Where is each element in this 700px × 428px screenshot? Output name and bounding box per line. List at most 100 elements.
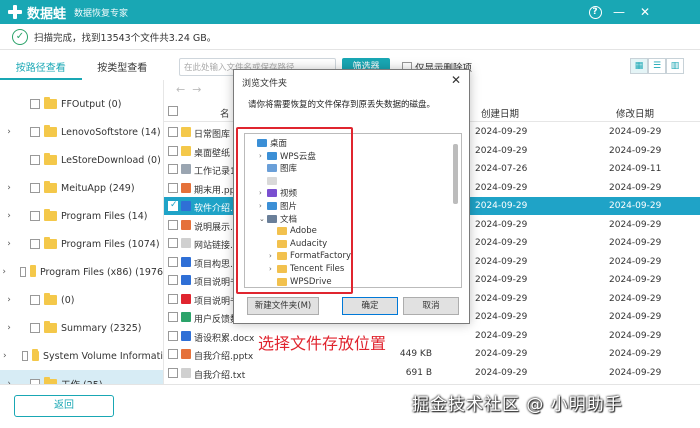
file-row-checkbox[interactable] [168, 219, 178, 230]
chevron-right-icon[interactable]: › [0, 295, 18, 305]
file-name: 工作记录1. [194, 167, 239, 177]
help-icon: ? [588, 5, 602, 19]
tree-item[interactable]: FFOutput (0) [0, 90, 163, 118]
file-row[interactable]: 自我介绍.pptx 449 KB 2024-09-29 2024-09-29 [164, 345, 700, 363]
file-modified-date: 2024-09-29 [609, 145, 662, 156]
tree-item[interactable]: LeStoreDownload (0) [0, 146, 163, 174]
tree-item-checkbox[interactable] [30, 127, 40, 137]
chevron-right-icon[interactable]: › [0, 239, 18, 249]
view-mode-buttons: ▦ ☰ ▥ [630, 58, 684, 76]
file-type-icon [181, 182, 191, 193]
chevron-right-icon[interactable]: › [0, 183, 18, 193]
tree-item-checkbox[interactable] [21, 351, 29, 361]
tree-item-checkbox[interactable] [30, 295, 40, 305]
cancel-button[interactable]: 取消 [403, 297, 459, 315]
file-row[interactable]: 自我介绍.txt 691 B 2024-09-29 2024-09-29 [164, 364, 700, 382]
chevron-right-icon[interactable]: › [0, 211, 18, 221]
tree-item-checkbox[interactable] [30, 155, 40, 165]
detail-view-icon[interactable]: ▥ [666, 58, 684, 74]
folder-icon [44, 97, 57, 109]
header-created[interactable]: 创建日期 [481, 106, 519, 120]
tree-item-label: Program Files (1074) [61, 238, 160, 250]
forward-arrow-icon[interactable]: → [192, 83, 201, 96]
back-arrow-icon[interactable]: ← [176, 83, 185, 96]
tree-item-checkbox[interactable] [30, 323, 40, 333]
file-row[interactable]: 语设积累.docx 2024-09-29 2024-09-29 [164, 327, 700, 345]
file-row-checkbox[interactable] [168, 127, 178, 137]
chevron-right-icon[interactable]: › [0, 351, 10, 361]
scan-status-bar: ✓ 扫描完成，找到13543个文件共3.24 GB。 [0, 24, 700, 50]
dialog-scrollbar[interactable] [453, 144, 458, 204]
close-button[interactable]: ✕ [634, 0, 656, 24]
view-tabs: 按路径查看 按类型查看 [0, 58, 163, 80]
tree-item[interactable]: › System Volume Informati [0, 342, 163, 370]
file-row-checkbox[interactable] [168, 293, 178, 304]
select-all-checkbox[interactable] [168, 106, 178, 116]
folder-icon [44, 209, 57, 221]
file-modified-date: 2024-09-29 [609, 349, 662, 359]
file-row-checkbox[interactable] [168, 312, 178, 322]
tree-item-label: 工作 (25) [61, 377, 103, 384]
file-name: 日常图库 [194, 130, 231, 140]
grid-view-icon[interactable]: ▦ [630, 58, 648, 74]
file-type-icon [181, 238, 191, 248]
tree-item[interactable]: ›工作 (25) [0, 370, 163, 384]
list-view-icon[interactable]: ☰ [648, 58, 666, 74]
file-row-checkbox[interactable] [168, 238, 178, 248]
file-row-checkbox[interactable] [168, 349, 178, 359]
chevron-right-icon[interactable]: › [0, 323, 18, 333]
file-type-icon [181, 330, 191, 341]
tree-item-checkbox[interactable] [30, 183, 40, 193]
tree-item[interactable]: › Summary (2325) [0, 314, 163, 342]
tree-item-checkbox[interactable] [30, 211, 40, 221]
tree-item[interactable]: › Program Files (x86) (1976 [0, 258, 163, 286]
tab-by-type[interactable]: 按类型查看 [82, 58, 164, 80]
file-modified-date: 2024-09-11 [609, 164, 662, 174]
file-name: 语设积累.docx [194, 333, 255, 344]
tree-item-checkbox[interactable] [20, 267, 26, 277]
tree-item[interactable]: › (0) [0, 286, 163, 314]
back-button[interactable]: 返回 [14, 395, 114, 417]
file-created-date: 2024-09-29 [475, 330, 528, 341]
file-row-checkbox[interactable] [168, 145, 178, 156]
new-folder-button[interactable]: 新建文件夹(M) [247, 297, 319, 315]
file-modified-date: 2024-09-29 [609, 330, 662, 341]
header-modified[interactable]: 修改日期 [616, 106, 654, 120]
tree-item-label: System Volume Informati [43, 350, 163, 362]
chevron-right-icon[interactable]: › [0, 267, 8, 277]
tree-item-label: MeituApp (249) [61, 182, 135, 194]
tree-item[interactable]: › Program Files (1074) [0, 230, 163, 258]
file-row-checkbox[interactable] [168, 367, 178, 378]
file-created-date: 2024-09-29 [475, 182, 528, 193]
tree-item-checkbox[interactable] [30, 239, 40, 249]
file-row-checkbox[interactable] [168, 200, 178, 211]
ok-button[interactable]: 确定 [342, 297, 398, 315]
help-button[interactable]: ? [584, 0, 606, 24]
file-type-icon [181, 164, 191, 174]
chevron-right-icon[interactable]: › [0, 127, 18, 137]
tree-item-checkbox[interactable] [30, 99, 40, 109]
tree-item-label: Program Files (x86) (1976 [40, 266, 163, 278]
tree-item[interactable]: › MeituApp (249) [0, 174, 163, 202]
file-row-checkbox[interactable] [168, 275, 178, 285]
header-name[interactable]: 名 [220, 106, 230, 120]
file-row-checkbox[interactable] [168, 182, 178, 193]
file-row-checkbox[interactable] [168, 330, 178, 341]
file-type-icon [181, 349, 191, 359]
tree-item[interactable]: › LenovoSoftstore (14) [0, 118, 163, 146]
tree-item-label: Summary (2325) [61, 322, 142, 334]
dialog-title: 浏览文件夹 [242, 79, 288, 89]
file-type-icon [181, 312, 191, 322]
tree-item[interactable]: › Program Files (14) [0, 202, 163, 230]
dialog-close-icon[interactable]: ✕ [451, 73, 461, 87]
folder-icon [44, 181, 57, 193]
file-row-checkbox[interactable] [168, 164, 178, 174]
tab-by-path[interactable]: 按路径查看 [0, 58, 82, 80]
file-created-date: 2024-09-29 [475, 145, 528, 156]
file-name: 项目构思.d [194, 259, 239, 270]
file-size: 691 B [405, 367, 432, 378]
file-modified-date: 2024-09-29 [609, 275, 662, 285]
file-row-checkbox[interactable] [168, 256, 178, 267]
file-modified-date: 2024-09-29 [609, 256, 662, 267]
minimize-button[interactable]: — [608, 0, 630, 24]
